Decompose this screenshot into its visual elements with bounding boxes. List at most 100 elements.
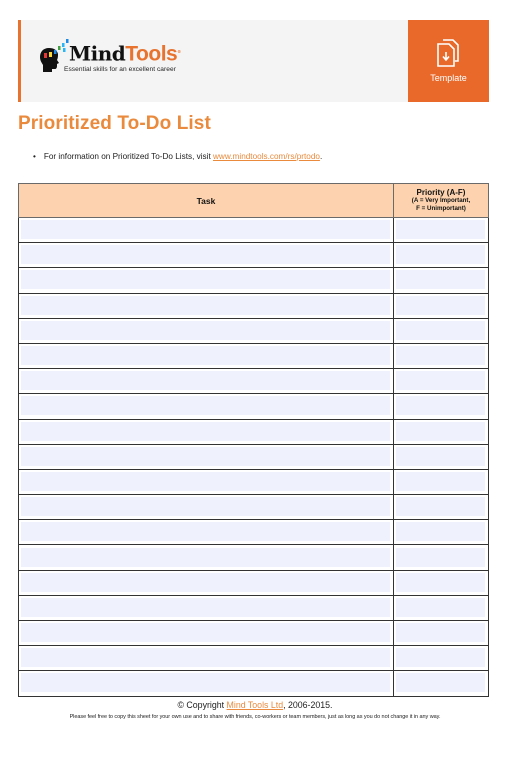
table-row (18, 317, 489, 344)
task-cell (18, 292, 394, 319)
priority-input[interactable] (396, 371, 485, 391)
table-header-row: Task Priority (A-F) (A = Very Important,… (18, 183, 489, 218)
registered-mark: ® (177, 49, 181, 54)
priority-cell (393, 645, 489, 672)
task-input[interactable] (21, 295, 390, 315)
logo-tagline: Essential skills for an excellent career (64, 66, 176, 73)
task-input[interactable] (21, 446, 390, 466)
task-input[interactable] (21, 497, 390, 517)
table-row (18, 670, 489, 697)
priority-input[interactable] (396, 245, 485, 265)
table-row (18, 267, 489, 294)
priority-cell (393, 418, 489, 445)
priority-cell (393, 342, 489, 370)
priority-input[interactable] (396, 673, 485, 693)
priority-cell (393, 242, 489, 269)
task-input[interactable] (21, 245, 390, 265)
task-input[interactable] (21, 346, 390, 366)
logo-word-mind: Mind (69, 41, 126, 66)
task-input[interactable] (21, 421, 390, 441)
priority-cell (393, 670, 489, 697)
priority-cell (393, 292, 489, 319)
task-cell (18, 544, 394, 571)
table-row (18, 619, 489, 647)
task-input[interactable] (21, 371, 390, 391)
priority-input[interactable] (396, 320, 485, 340)
bullet: • (33, 152, 36, 161)
task-input[interactable] (21, 270, 390, 290)
table-row (18, 292, 489, 319)
todo-table: Task Priority (A-F) (A = Very Important,… (18, 183, 489, 697)
task-input[interactable] (21, 220, 390, 240)
task-cell (18, 342, 394, 370)
template-button-label: Template (430, 73, 467, 83)
priority-input[interactable] (396, 346, 485, 366)
priority-input[interactable] (396, 446, 485, 466)
priority-input[interactable] (396, 220, 485, 240)
task-cell (18, 619, 394, 647)
task-cell (18, 594, 394, 622)
copyright-line: © Copyright Mind Tools Ltd, 2006-2015. (0, 700, 510, 710)
priority-input[interactable] (396, 471, 485, 491)
task-input[interactable] (21, 623, 390, 643)
priority-input[interactable] (396, 396, 485, 416)
header-accent-bar (18, 20, 21, 102)
task-input[interactable] (21, 597, 390, 617)
priority-cell (393, 544, 489, 571)
task-header-label: Task (196, 195, 216, 206)
priority-input[interactable] (396, 421, 485, 441)
priority-input[interactable] (396, 522, 485, 542)
task-input[interactable] (21, 320, 390, 340)
priority-input[interactable] (396, 497, 485, 517)
template-button[interactable]: Template (408, 20, 489, 102)
task-input[interactable] (21, 396, 390, 416)
task-input[interactable] (21, 547, 390, 567)
table-row (18, 368, 489, 395)
priority-cell (393, 594, 489, 622)
priority-header-sublabel-2: F = Unimportant) (416, 205, 466, 212)
task-cell (18, 418, 394, 445)
task-input[interactable] (21, 572, 390, 592)
priority-cell (393, 368, 489, 395)
priority-input[interactable] (396, 572, 485, 592)
task-cell (18, 645, 394, 672)
task-input[interactable] (21, 471, 390, 491)
usage-note: Please feel free to copy this sheet for … (69, 714, 441, 720)
logo-wordmark: MindTools® (69, 39, 181, 68)
priority-header-label: Priority (A-F) (416, 188, 466, 197)
priority-input[interactable] (396, 648, 485, 668)
priority-header-sublabel-1: (A = Very Important, (411, 197, 471, 204)
task-input[interactable] (21, 648, 390, 668)
table-row (18, 393, 489, 420)
task-cell (18, 494, 394, 521)
column-header-priority: Priority (A-F) (A = Very Important, F = … (393, 183, 489, 218)
mindtools-logo[interactable]: MindTools® Essential skills for an excel… (40, 39, 200, 81)
priority-input[interactable] (396, 597, 485, 617)
table-row (18, 443, 489, 470)
priority-cell (393, 393, 489, 420)
priority-cell (393, 468, 489, 496)
info-text: For information on Prioritized To-Do Lis… (43, 152, 213, 161)
table-row (18, 645, 489, 672)
priority-input[interactable] (396, 270, 485, 290)
table-row (18, 242, 489, 269)
priority-cell (393, 494, 489, 521)
mindtools-ltd-link[interactable]: Mind Tools Ltd (227, 700, 284, 710)
priority-input[interactable] (396, 623, 485, 643)
prtodo-link[interactable]: www.mindtools.com/rs/prtodo (213, 152, 320, 161)
priority-cell (393, 317, 489, 344)
task-cell (18, 216, 394, 244)
info-bullet-line: • For information on Prioritized To-Do Li… (33, 152, 322, 161)
table-row (18, 418, 489, 445)
copyright-suffix: , 2006-2015. (283, 700, 333, 710)
task-input[interactable] (21, 673, 390, 693)
task-input[interactable] (21, 522, 390, 542)
priority-input[interactable] (396, 547, 485, 567)
logo-word-tools: Tools (125, 42, 178, 66)
table-row (18, 544, 489, 571)
priority-input[interactable] (396, 295, 485, 315)
task-cell (18, 519, 394, 546)
table-row (18, 342, 489, 370)
priority-cell (393, 569, 489, 596)
document-download-icon (437, 39, 459, 67)
